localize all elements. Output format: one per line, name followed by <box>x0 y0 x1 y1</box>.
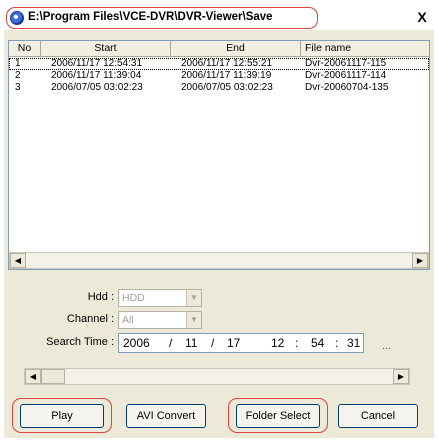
list-rows: 1 2006/11/17 12:54:31 2006/11/17 12:55:2… <box>9 58 429 94</box>
hdd-value: HDD <box>122 292 145 304</box>
hdd-label: Hdd : <box>87 291 114 303</box>
avi-convert-button[interactable]: AVI Convert <box>126 404 206 428</box>
search-minute[interactable]: 54 <box>311 334 324 352</box>
hdd-select[interactable]: HDD ▼ <box>118 289 202 307</box>
play-highlight-annotation <box>12 398 112 433</box>
column-header-start[interactable]: Start <box>41 41 171 57</box>
row-file-name: Dvr-20061117-115 <box>305 58 387 69</box>
cancel-button[interactable]: Cancel <box>338 404 418 428</box>
search-year[interactable]: 2006 <box>123 334 150 352</box>
list-header: No Start End File name <box>9 41 429 57</box>
row-end: 2006/11/17 11:39:19 <box>181 70 272 81</box>
row-file-name: Dvr-20060704-135 <box>305 82 389 93</box>
scroll-right-arrow-icon[interactable]: ▶ <box>393 369 409 384</box>
search-hour[interactable]: 12 <box>271 334 284 352</box>
more-options-ellipsis[interactable]: ... <box>382 340 391 352</box>
date-separator: / <box>169 336 173 350</box>
search-second[interactable]: 31 <box>347 334 360 352</box>
search-day[interactable]: 17 <box>227 334 240 352</box>
column-header-file-name[interactable]: File name <box>301 41 429 57</box>
recordings-list[interactable]: No Start End File name 1 2006/11/17 12:5… <box>8 40 430 270</box>
dvr-viewer-window: E:\Program Files\VCE-DVR\DVR-Viewer\Save… <box>4 6 434 438</box>
time-separator: : <box>295 336 299 350</box>
chevron-down-icon[interactable]: ▼ <box>186 290 201 306</box>
row-start: 2006/07/05 03:02:23 <box>51 82 143 93</box>
scroll-left-arrow-icon[interactable]: ◀ <box>10 253 26 268</box>
scroll-thumb[interactable] <box>41 369 65 384</box>
title-bar: E:\Program Files\VCE-DVR\DVR-Viewer\Save… <box>4 6 434 30</box>
folder-select-highlight-annotation <box>228 398 328 433</box>
row-no: 1 <box>15 58 21 69</box>
row-end: 2006/07/05 03:02:23 <box>181 82 273 93</box>
search-time-picker[interactable]: 2006 / 11 / 17 12 : 54 : 31 <box>118 333 364 353</box>
channel-label: Channel : <box>66 313 114 325</box>
date-separator: / <box>211 336 215 350</box>
scroll-left-arrow-icon[interactable]: ◀ <box>25 369 41 384</box>
table-row[interactable]: 3 2006/07/05 03:02:23 2006/07/05 03:02:2… <box>9 82 429 94</box>
row-no: 2 <box>15 70 21 81</box>
table-row[interactable]: 2 2006/11/17 11:39:04 2006/11/17 11:39:1… <box>9 70 429 82</box>
row-file-name: Dvr-20061117-114 <box>305 70 387 81</box>
channel-select[interactable]: All ▼ <box>118 311 202 329</box>
scroll-right-arrow-icon[interactable]: ▶ <box>412 253 428 268</box>
column-header-no[interactable]: No <box>9 41 41 57</box>
title-highlight-annotation <box>6 7 318 29</box>
row-end: 2006/11/17 12:55:21 <box>181 58 273 69</box>
row-start: 2006/11/17 11:39:04 <box>51 70 142 81</box>
search-time-label: Search Time : <box>46 336 114 348</box>
timeline-scrollbar[interactable]: ◀ ▶ <box>24 368 410 385</box>
table-row[interactable]: 1 2006/11/17 12:54:31 2006/11/17 12:55:2… <box>9 58 429 70</box>
row-start: 2006/11/17 12:54:31 <box>51 58 143 69</box>
row-no: 3 <box>15 82 21 93</box>
time-separator: : <box>335 336 339 350</box>
column-header-end[interactable]: End <box>171 41 301 57</box>
channel-value: All <box>122 314 134 326</box>
close-button[interactable]: X <box>414 9 430 25</box>
list-horizontal-scrollbar[interactable]: ◀ ▶ <box>9 252 429 269</box>
search-month[interactable]: 11 <box>185 334 197 352</box>
chevron-down-icon[interactable]: ▼ <box>186 312 201 328</box>
